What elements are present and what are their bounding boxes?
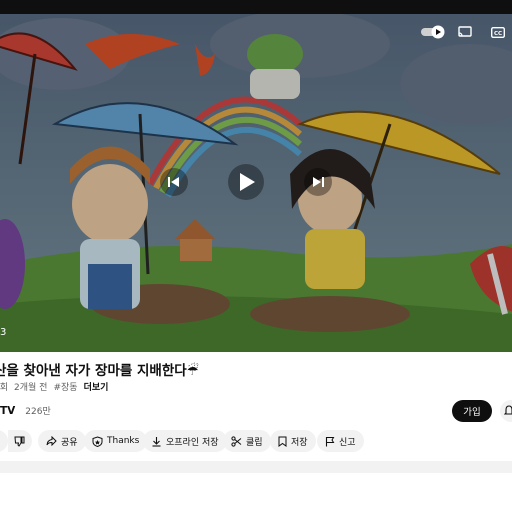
autoplay-toggle-icon xyxy=(421,25,445,39)
bell-icon xyxy=(504,405,512,415)
upload-date: 2개월 전 xyxy=(14,383,48,393)
subscriber-count: 226만 xyxy=(25,407,51,417)
play-icon xyxy=(240,173,255,191)
more-link[interactable]: 더보기 xyxy=(84,380,109,393)
hashtag[interactable]: #장동 xyxy=(53,380,77,393)
autoplay-toggle[interactable] xyxy=(421,24,447,40)
video-meta[interactable]: 4회 2개월 전 #장동 더보기 xyxy=(0,380,108,393)
video-title: 산을 찾아낸 자가 장마를 지배한다☔ xyxy=(0,363,199,379)
dislike-button[interactable] xyxy=(8,430,32,452)
join-button[interactable]: 가입 xyxy=(452,400,492,422)
share-button[interactable]: 공유 xyxy=(38,430,86,452)
previous-button[interactable] xyxy=(160,168,188,196)
scissors-icon xyxy=(231,435,242,447)
download-button[interactable]: 오프라인 저장 xyxy=(143,430,227,452)
thumbs-down-icon xyxy=(14,436,25,447)
next-button[interactable] xyxy=(304,168,332,196)
cast-icon xyxy=(458,26,472,37)
download-icon xyxy=(152,436,161,447)
thanks-button[interactable]: Thanks xyxy=(84,430,148,452)
flag-icon xyxy=(325,436,335,446)
previous-icon xyxy=(168,177,179,187)
top-status-bar xyxy=(0,0,512,14)
channel-name[interactable]: TV xyxy=(0,405,15,417)
download-label: 오프라인 저장 xyxy=(166,437,219,448)
elapsed-time: 3 xyxy=(0,327,7,338)
channel-row[interactable]: TV 226만 xyxy=(0,404,51,417)
save-label: 저장 xyxy=(291,437,308,448)
play-button[interactable] xyxy=(228,164,264,200)
subscribe-button[interactable] xyxy=(500,400,512,422)
report-label: 신고 xyxy=(339,437,356,448)
save-button[interactable]: 저장 xyxy=(270,430,316,452)
cast-button[interactable] xyxy=(457,25,473,39)
clip-button[interactable]: 클립 xyxy=(223,430,271,452)
captions-button[interactable]: CC xyxy=(490,25,506,39)
report-button[interactable]: 신고 xyxy=(317,430,364,452)
captions-icon: CC xyxy=(491,26,505,38)
clip-label: 클립 xyxy=(246,437,263,448)
svg-text:CC: CC xyxy=(494,31,502,37)
share-label: 공유 xyxy=(61,437,78,448)
video-player[interactable]: CC 3 xyxy=(0,14,512,352)
like-button[interactable] xyxy=(0,430,8,452)
bookmark-icon xyxy=(278,436,287,447)
thanks-icon xyxy=(92,435,103,447)
view-count: 4회 xyxy=(0,383,9,393)
next-icon xyxy=(313,177,324,187)
action-bar: 공유 Thanks 오프라인 저장 클립 저장 신고 xyxy=(0,430,512,452)
thanks-label: Thanks xyxy=(107,436,140,446)
share-icon xyxy=(46,436,57,446)
section-divider xyxy=(0,461,512,473)
